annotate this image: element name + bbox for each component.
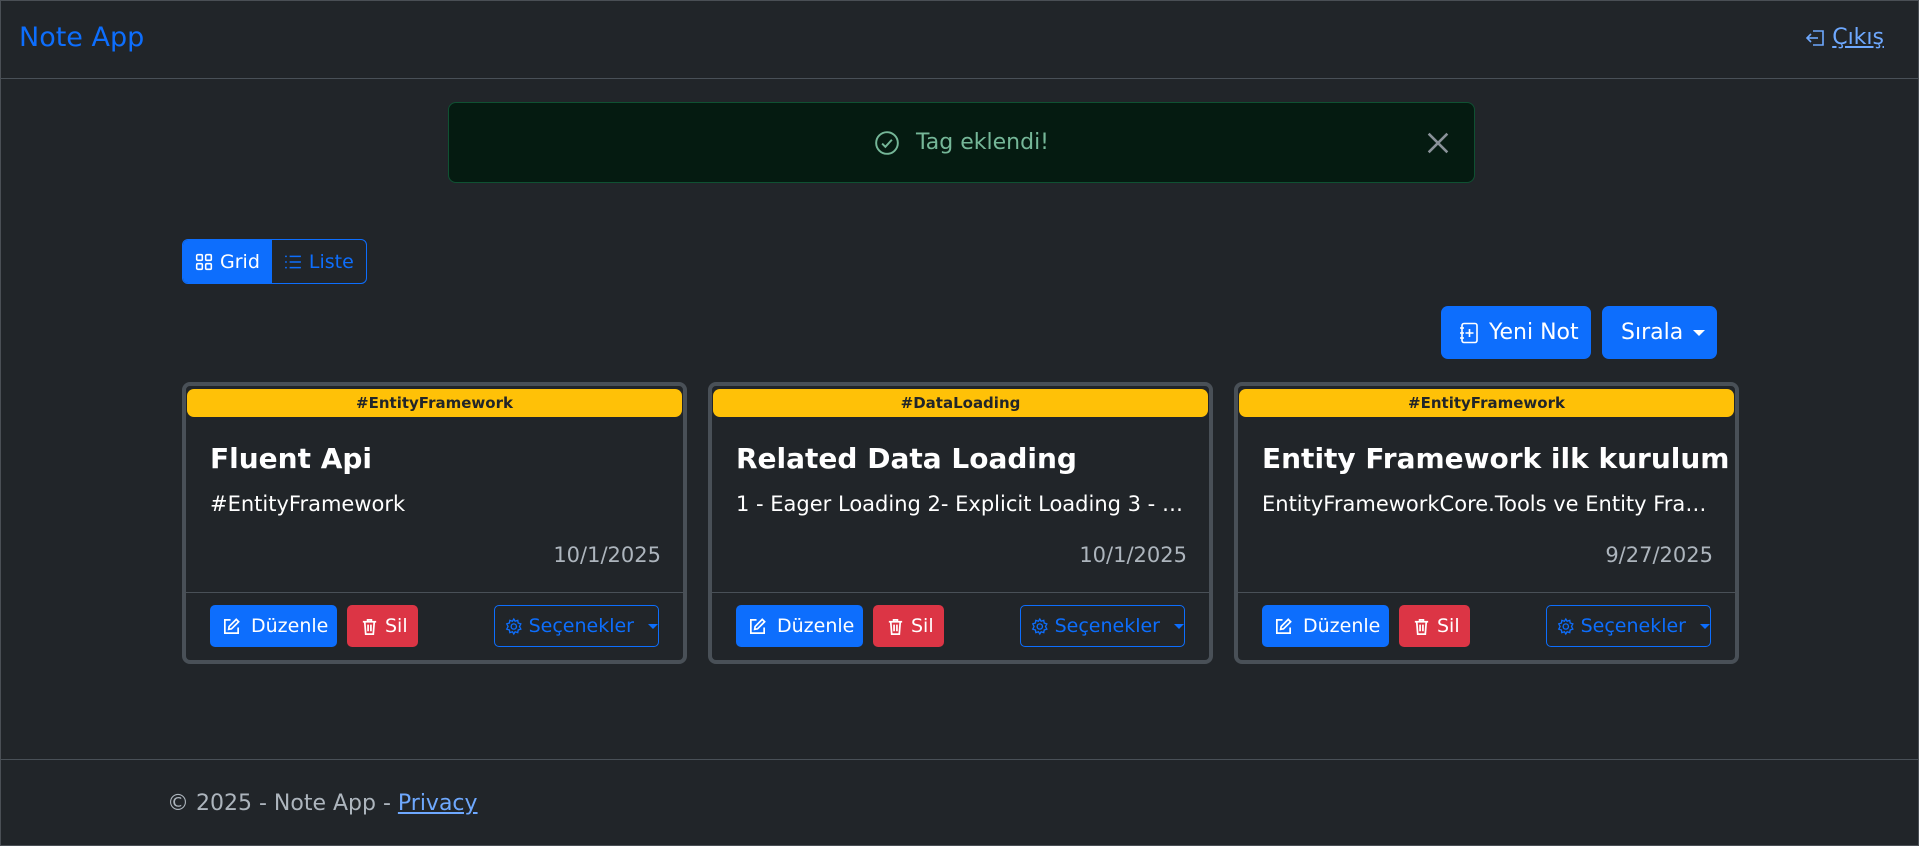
check-circle-icon xyxy=(875,130,899,155)
view-toggle: Grid Liste xyxy=(182,239,367,284)
edit-button[interactable]: Düzenle xyxy=(210,605,337,647)
trash-icon xyxy=(888,618,903,635)
card-text: EntityFrameworkCore.Tools ve Entity Fram… xyxy=(1262,492,1712,516)
options-label: Seçenekler xyxy=(528,615,634,637)
alert-message: Tag eklendi! xyxy=(916,130,1049,155)
card-tag-badge[interactable]: #DataLoading xyxy=(713,389,1208,417)
caret-down-icon xyxy=(1700,623,1710,629)
options-label: Seçenekler xyxy=(1054,615,1160,637)
card-tag-badge[interactable]: #EntityFramework xyxy=(1239,389,1734,417)
options-dropdown-button[interactable]: Seçenekler xyxy=(1020,605,1185,647)
options-label: Seçenekler xyxy=(1580,615,1686,637)
delete-label: Sil xyxy=(911,615,934,637)
edit-label: Düzenle xyxy=(777,615,855,637)
new-note-label: Yeni Not xyxy=(1489,320,1579,345)
privacy-link[interactable]: Privacy xyxy=(398,791,478,816)
page-footer: © 2025 - Note App - Privacy xyxy=(1,759,1918,846)
list-view-label: Liste xyxy=(308,250,354,273)
delete-label: Sil xyxy=(385,615,408,637)
gear-icon xyxy=(1557,617,1574,635)
trash-icon xyxy=(1414,618,1429,635)
card-title: Entity Framework ilk kurulum xyxy=(1262,442,1730,475)
sort-label: Sırala xyxy=(1621,320,1684,345)
pencil-square-icon xyxy=(749,617,766,634)
close-icon[interactable] xyxy=(1424,129,1452,157)
edit-button[interactable]: Düzenle xyxy=(1262,605,1389,647)
list-view-button[interactable]: Liste xyxy=(272,240,366,283)
edit-button[interactable]: Düzenle xyxy=(736,605,863,647)
delete-label: Sil xyxy=(1437,615,1460,637)
pencil-square-icon xyxy=(223,617,240,634)
card-footer: Düzenle Sil Seçenekler xyxy=(1238,592,1735,664)
journal-plus-icon xyxy=(1460,322,1478,343)
options-dropdown-button[interactable]: Seçenekler xyxy=(494,605,659,647)
card-tag-badge[interactable]: #EntityFramework xyxy=(187,389,682,417)
card-title: Fluent Api xyxy=(210,442,373,475)
delete-button[interactable]: Sil xyxy=(873,605,944,647)
navbar: Note App Çıkış xyxy=(1,1,1918,79)
edit-label: Düzenle xyxy=(1303,615,1381,637)
caret-down-icon xyxy=(1174,623,1184,629)
caret-down-icon xyxy=(648,623,658,629)
note-card: #EntityFramework Entity Framework ilk ku… xyxy=(1234,382,1739,664)
gear-icon xyxy=(1031,617,1048,635)
footer-text: © 2025 - Note App - Privacy xyxy=(167,791,478,816)
success-alert: Tag eklendi! xyxy=(448,102,1475,183)
card-text: #EntityFramework xyxy=(210,492,406,516)
card-title: Related Data Loading xyxy=(736,442,1077,475)
list-icon xyxy=(285,255,301,268)
gear-icon xyxy=(505,617,522,635)
delete-button[interactable]: Sil xyxy=(347,605,418,647)
pencil-square-icon xyxy=(1275,617,1292,634)
note-card: #EntityFramework Fluent Api #EntityFrame… xyxy=(182,382,687,664)
sort-dropdown-button[interactable]: Sırala xyxy=(1602,306,1717,359)
edit-label: Düzenle xyxy=(251,615,329,637)
logout-label: Çıkış xyxy=(1832,25,1884,50)
card-text: 1 - Eager Loading 2- Explicit Loading 3 … xyxy=(736,492,1186,516)
card-date: 10/1/2025 xyxy=(553,543,661,567)
brand-link[interactable]: Note App xyxy=(19,22,144,53)
grid-view-button[interactable]: Grid xyxy=(183,240,272,283)
card-footer: Düzenle Sil Seçenekler xyxy=(712,592,1209,664)
page: Note App Çıkış Tag eklendi! Grid Liste Y… xyxy=(0,0,1919,846)
note-card: #DataLoading Related Data Loading 1 - Ea… xyxy=(708,382,1213,664)
copyright-text: © 2025 - Note App - xyxy=(167,791,398,816)
card-footer: Düzenle Sil Seçenekler xyxy=(186,592,683,664)
logout-icon xyxy=(1806,29,1825,46)
new-note-button[interactable]: Yeni Not xyxy=(1441,306,1591,359)
card-date: 9/27/2025 xyxy=(1605,543,1713,567)
trash-icon xyxy=(362,618,377,635)
grid-view-label: Grid xyxy=(220,250,260,273)
logout-link[interactable]: Çıkış xyxy=(1804,25,1884,50)
grid-icon xyxy=(195,253,213,270)
caret-down-icon xyxy=(1693,329,1706,336)
options-dropdown-button[interactable]: Seçenekler xyxy=(1546,605,1711,647)
card-date: 10/1/2025 xyxy=(1079,543,1187,567)
delete-button[interactable]: Sil xyxy=(1399,605,1470,647)
